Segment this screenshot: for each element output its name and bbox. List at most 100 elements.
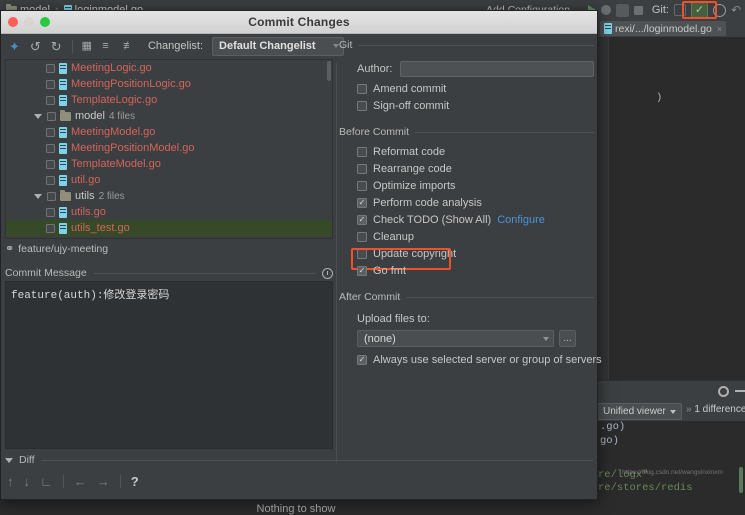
before-commit-option[interactable]: Cleanup [357,231,594,243]
upload-target-row: (none) ... [357,330,594,347]
before-commit-option[interactable]: Perform code analysis [357,197,594,209]
revert-icon[interactable]: ↺ [30,40,42,53]
file-checkbox[interactable] [46,160,55,169]
divider [41,460,593,461]
diff-scrollbar[interactable] [739,467,743,493]
file-checkbox[interactable] [46,144,55,153]
before-commit-label: Optimize imports [373,180,456,192]
file-checkbox[interactable] [46,208,55,217]
help-icon[interactable]: ? [131,474,139,489]
editor-area[interactable]: ) [598,37,745,380]
code-fragment: re/stores/redis [598,482,693,494]
file-checkbox[interactable] [46,64,55,73]
commit-checkmark-icon[interactable]: ✓ [691,2,708,19]
git-checkbox[interactable] [357,101,367,111]
git-label: Sign-off commit [373,100,449,112]
editor-tab-loginmodel[interactable]: rexi/.../loginmodel.go × [600,21,726,36]
minimize-icon[interactable] [735,390,745,392]
prev-change-icon[interactable]: ↑ [7,474,14,489]
tree-row-directory[interactable]: model4 files [6,108,332,124]
always-use-server-checkbox[interactable] [357,355,367,365]
file-checkbox[interactable] [47,192,56,201]
file-checkbox[interactable] [46,80,55,89]
update-project-icon[interactable] [674,4,686,16]
before-commit-checkbox[interactable] [357,147,367,157]
build-icon[interactable] [616,4,629,17]
browse-servers-button[interactable]: ... [559,330,576,347]
next-change-icon[interactable]: ↓ [24,474,31,489]
stop-icon[interactable] [634,6,643,15]
before-commit-option[interactable]: Update copyright [357,248,594,260]
commit-message-input[interactable]: feature(auth):修改登录密码 [5,281,333,449]
editor-tab-label: rexi/.../loginmodel.go [615,23,712,35]
gear-icon[interactable] [718,386,729,397]
before-commit-label: Reformat code [373,146,445,158]
column-divider [336,63,337,463]
rollback-icon[interactable]: ↶ [731,4,741,17]
before-commit-option[interactable]: Reformat code [357,146,594,158]
before-commit-option[interactable]: Rearrange code [357,163,594,175]
expand-all-icon[interactable]: ≡ [102,40,114,53]
chevron-down-icon[interactable] [34,194,42,199]
git-checkbox[interactable] [357,84,367,94]
diff-section-header[interactable]: Diff [5,453,593,467]
file-checkbox[interactable] [47,112,56,121]
diff-panel-body[interactable]: .go) go) re/logx" re/stores/redis https:… [598,421,745,501]
author-input[interactable] [400,61,594,77]
tree-row-file[interactable]: utils.go [6,204,332,220]
before-commit-checkbox[interactable] [357,215,367,225]
tree-row-file[interactable]: util.go [6,172,332,188]
collapse-all-icon[interactable]: ≢ [123,40,135,53]
magic-wand-icon[interactable]: ✦ [9,40,21,53]
tree-scrollbar[interactable] [327,61,331,81]
dialog-titlebar[interactable]: Commit Changes [1,11,597,34]
git-option[interactable]: Sign-off commit [357,100,594,112]
before-commit-option[interactable]: Optimize imports [357,180,594,192]
tree-row-file[interactable]: MeetingPositionLogic.go [6,76,332,92]
upload-target-select[interactable]: (none) [357,330,554,347]
changed-files-tree[interactable]: MeetingLogic.goMeetingPositionLogic.goTe… [5,59,333,239]
tree-row-file[interactable]: MeetingPositionModel.go [6,140,332,156]
unified-viewer-select[interactable]: Unified viewer [597,403,682,420]
chevron-down-icon[interactable] [5,458,13,463]
always-use-server-row[interactable]: Always use selected server or group of s… [357,354,594,366]
chevron-down-icon[interactable] [34,114,42,119]
compare-icon[interactable]: ∟ [40,474,53,489]
close-icon[interactable]: × [717,24,722,34]
file-checkbox[interactable] [46,176,55,185]
tree-row-directory[interactable]: utils2 files [6,188,332,204]
before-commit-checkbox[interactable] [357,181,367,191]
before-commit-checkbox[interactable] [357,232,367,242]
before-commit-checkbox[interactable] [357,249,367,259]
push-circle-icon[interactable] [713,4,726,17]
before-commit-label: Perform code analysis [373,197,482,209]
tree-row-file[interactable]: MeetingLogic.go [6,60,332,76]
git-label: Git: [652,4,669,16]
accept-right-icon[interactable]: → [97,474,110,489]
history-clock-icon[interactable] [322,268,333,279]
close-button[interactable] [8,17,18,27]
before-commit-checkbox[interactable] [357,266,367,276]
refresh-icon[interactable]: ↻ [51,40,63,53]
git-section-title: Git [339,39,352,51]
minimize-button[interactable] [24,17,34,27]
watermark: https://blog.csdn.net/wangxinxinxm [622,469,723,476]
before-commit-option[interactable]: Go fmt [357,265,594,277]
file-checkbox[interactable] [46,96,55,105]
configure-link[interactable]: Configure [497,214,545,226]
before-commit-option[interactable]: Check TODO (Show All)Configure [357,214,594,226]
before-commit-checkbox[interactable] [357,164,367,174]
accept-left-icon[interactable]: ← [74,474,87,489]
git-option[interactable]: Amend commit [357,83,594,95]
tree-row-file[interactable]: utils_test.go [6,220,332,236]
group-by-icon[interactable]: ▦ [81,40,93,53]
file-checkbox[interactable] [46,224,55,233]
tree-row-file[interactable]: MeetingModel.go [6,124,332,140]
file-checkbox[interactable] [46,128,55,137]
changelist-select[interactable]: Default Changelist [212,37,344,56]
zoom-button[interactable] [40,17,50,27]
tree-row-file[interactable]: TemplateLogic.go [6,92,332,108]
tree-row-file[interactable]: TemplateModel.go [6,156,332,172]
before-commit-checkbox[interactable] [357,198,367,208]
debug-icon[interactable] [601,5,611,15]
